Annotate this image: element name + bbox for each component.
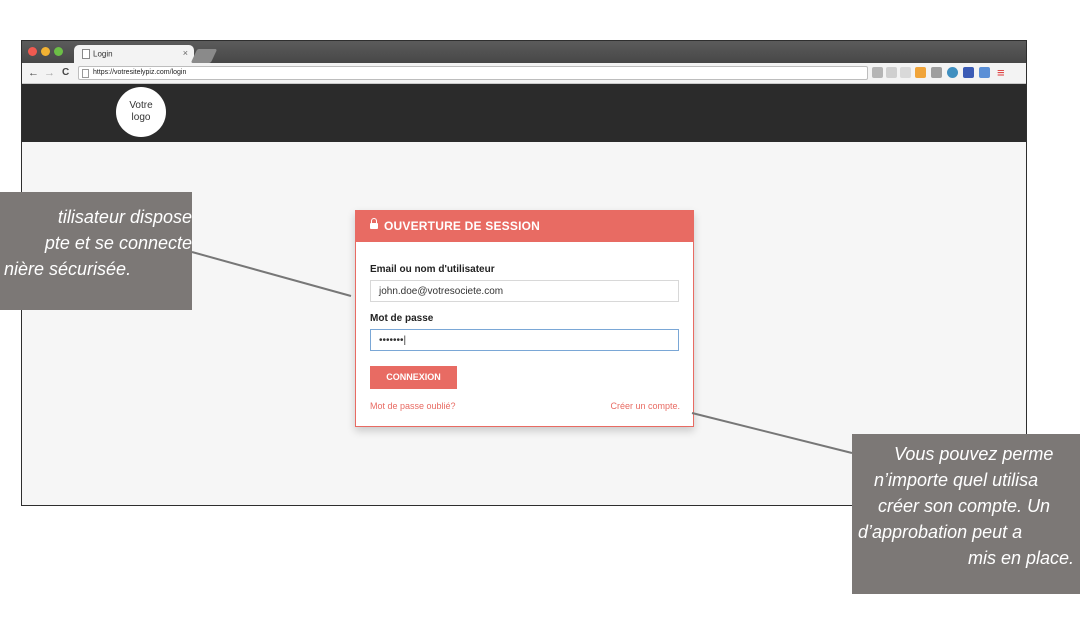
- callout-left: tilisateur dispose pte et se connecte ni…: [0, 192, 192, 310]
- callout-right-line: n’importe quel utilisa: [874, 470, 1039, 490]
- callout-left-line: tilisateur dispose: [57, 207, 192, 227]
- callout-left-line: pte et se connecte: [44, 233, 192, 253]
- callout-left-line: nière sécurisée.: [4, 259, 132, 279]
- callout-right: Vous pouvez perme n’importe quel utilisa…: [852, 434, 1080, 594]
- callout-right-line: Vous pouvez perme: [894, 444, 1054, 464]
- callout-right-line: d’approbation peut a: [858, 522, 1023, 542]
- callout-right-line: créer son compte. Un: [878, 496, 1051, 516]
- callout-right-line: mis en place.: [968, 548, 1075, 568]
- right-connector-line: [691, 412, 853, 454]
- left-connector-line: [191, 251, 352, 297]
